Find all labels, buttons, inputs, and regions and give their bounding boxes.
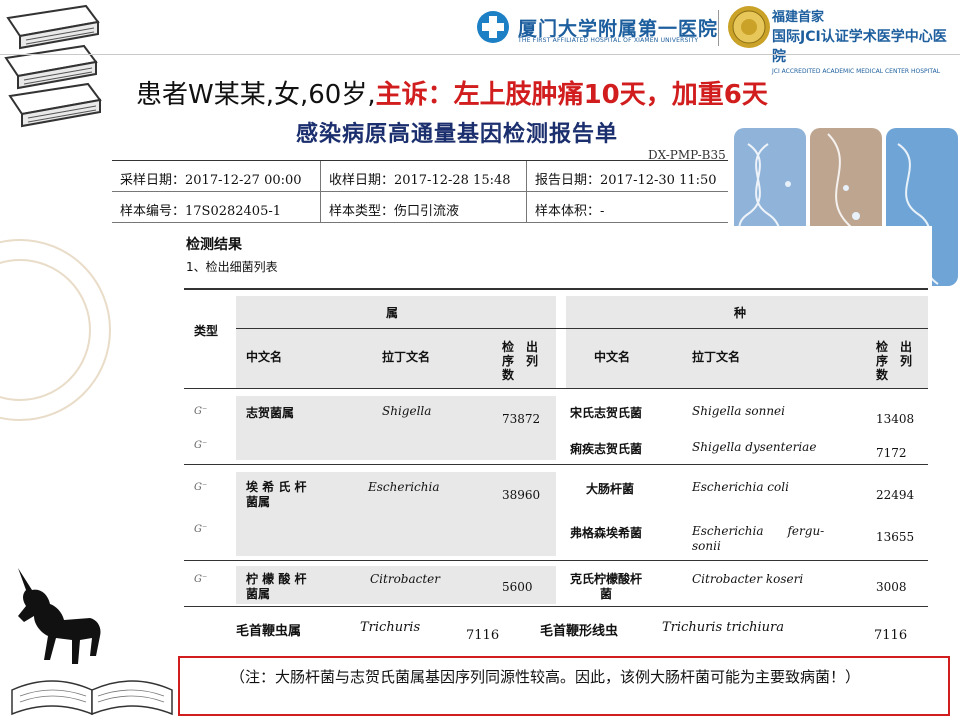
gram-type: G⁻ — [194, 524, 208, 535]
genus-cn: 志贺菌属 — [246, 406, 295, 420]
patient-info: 患者W某某,女,60岁, — [136, 80, 376, 110]
header-divider — [0, 54, 960, 55]
species-cn-line1: 克氏柠檬酸杆 — [570, 572, 643, 586]
col-genus-latin: 拉丁文名 — [382, 350, 431, 364]
species-latin: Escherichia coli — [692, 480, 789, 494]
count-label-2: 序 列 — [502, 354, 539, 368]
col-species: 种 — [734, 306, 747, 320]
genus-cn-line2: 菌属 — [246, 587, 271, 601]
species-latin: Shigella dysenteriae — [692, 440, 817, 454]
genus-cn-line1: 柠 檬 酸 杆 — [246, 572, 307, 586]
jci-line2: 国际JCI认证学术医学中心医院 — [772, 29, 947, 65]
species-count: 13655 — [876, 530, 915, 544]
species-cn-line2: 菌 — [600, 587, 613, 601]
species-count: 7116 — [874, 628, 908, 643]
species-latin-line2: sonii — [692, 539, 721, 553]
count-label-1: 检 出 — [502, 340, 539, 354]
info-row: 样本编号：17S0282405-1 样本类型：伤口引流液 样本体积：- — [112, 192, 732, 223]
bacteria-list-heading: 1、检出细菌列表 — [186, 260, 278, 274]
col-type: 类型 — [194, 324, 219, 338]
genus-latin: Escherichia — [368, 480, 440, 494]
chief-complaint: 主诉：左上肢肿痛10天，加重6天 — [375, 80, 768, 110]
col-species-latin: 拉丁文名 — [692, 350, 741, 364]
species-cn: 弗格森埃希菌 — [570, 526, 643, 540]
group-rule — [184, 560, 928, 561]
genus-latin: Shigella — [382, 404, 432, 418]
species-cn: 宋氏志贺氏菌 — [570, 406, 643, 420]
sample-type: 样本类型：伤口引流液 — [321, 192, 527, 222]
genus-cn: 埃 希 氏 杆菌属 — [246, 480, 307, 510]
genus-cn-line1: 埃 希 氏 杆 — [246, 480, 307, 494]
genus-cn-line2: 菌属 — [246, 495, 271, 509]
hospital-logo: 厦门大学附属第一医院 THE FIRST AFFILIATED HOSPITAL… — [476, 6, 718, 48]
count-label-2: 序 列 — [876, 354, 913, 368]
genus-latin: Citrobacter — [370, 572, 441, 586]
header-shade-species — [566, 296, 928, 388]
info-row: 采样日期：2017-12-27 00:00 收样日期：2017-12-28 15… — [112, 161, 732, 192]
count-label-3: 数 — [876, 368, 889, 382]
genus-latin: Trichuris — [360, 620, 421, 635]
jci-line1: 福建首家 — [772, 10, 825, 25]
group-rule — [184, 464, 928, 465]
genus-count: 5600 — [502, 580, 533, 594]
header-mid-rule — [236, 328, 928, 329]
gram-type: G⁻ — [194, 574, 208, 585]
jci-line3: JCI ACCREDITED ACADEMIC MEDICAL CENTER H… — [772, 68, 941, 75]
logo-divider — [718, 10, 719, 46]
species-cn: 克氏柠檬酸杆菌 — [570, 572, 642, 602]
gram-type: G⁻ — [194, 482, 208, 493]
medical-cross-icon — [477, 11, 509, 43]
gram-type: G⁻ — [194, 406, 208, 417]
genus-count: 73872 — [502, 412, 541, 426]
col-species-count: 检 出序 列数 — [876, 340, 912, 382]
decorative-rings — [0, 239, 111, 421]
received-date: 收样日期：2017-12-28 15:48 — [321, 161, 527, 191]
table-bottom-rule — [184, 606, 928, 607]
sample-id: 样本编号：17S0282405-1 — [112, 192, 321, 222]
genus-cn: 柠 檬 酸 杆菌属 — [246, 572, 307, 602]
species-cn: 毛首鞭形线虫 — [540, 624, 619, 639]
results-heading: 检测结果 — [186, 237, 242, 253]
open-book-clipart — [11, 680, 173, 716]
species-count: 7172 — [876, 446, 907, 460]
species-latin: Trichuris trichiura — [662, 620, 784, 635]
col-genus-count: 检 出序 列数 — [502, 340, 538, 382]
species-cn: 痢疾志贺氏菌 — [570, 442, 643, 456]
species-cn: 大肠杆菌 — [586, 482, 635, 496]
species-latin-line1: Escherichia fergu- — [692, 524, 825, 538]
report-date: 报告日期：2017-12-30 11:50 — [534, 173, 717, 188]
jci-seal-icon — [728, 6, 770, 48]
col-genus-cn: 中文名 — [246, 350, 283, 364]
gram-type: G⁻ — [194, 440, 208, 451]
genus-count: 38960 — [502, 488, 541, 502]
species-latin: Escherichia fergu-sonii — [692, 524, 824, 554]
hospital-name-en: THE FIRST AFFILIATED HOSPITAL OF XIAMEN … — [518, 37, 699, 44]
note-text: （注：大肠杆菌与志贺氏菌属基因序列同源性较高。因此，该例大肠杆菌可能为主要致病菌… — [230, 668, 861, 686]
report-title: 感染病原高通量基因检测报告单 — [296, 122, 619, 147]
species-latin: Shigella sonnei — [692, 404, 785, 418]
sampling-date: 采样日期：2017-12-27 00:00 — [112, 161, 321, 191]
species-count: 13408 — [876, 412, 915, 426]
species-latin: Citrobacter koseri — [692, 572, 804, 586]
header-bottom-rule — [184, 388, 928, 389]
sample-volume: 样本体积：- — [534, 204, 605, 219]
table-top-rule — [184, 288, 928, 290]
count-label-1: 检 出 — [876, 340, 913, 354]
species-count: 3008 — [876, 580, 907, 594]
jci-accreditation: 福建首家 国际JCI认证学术医学中心医院 JCI ACCREDITED ACAD… — [772, 6, 960, 75]
sample-info-table: 采样日期：2017-12-27 00:00 收样日期：2017-12-28 15… — [112, 160, 732, 233]
case-headline: 患者W某某,女,60岁,主诉：左上肢肿痛10天，加重6天 — [136, 74, 768, 111]
genus-cn: 毛首鞭虫属 — [236, 624, 302, 639]
col-species-cn: 中文名 — [594, 350, 631, 364]
species-count: 22494 — [876, 488, 915, 502]
col-genus: 属 — [386, 306, 399, 320]
count-label-3: 数 — [502, 368, 515, 382]
genus-count: 7116 — [466, 628, 500, 643]
unicorn-silhouette — [18, 568, 101, 664]
